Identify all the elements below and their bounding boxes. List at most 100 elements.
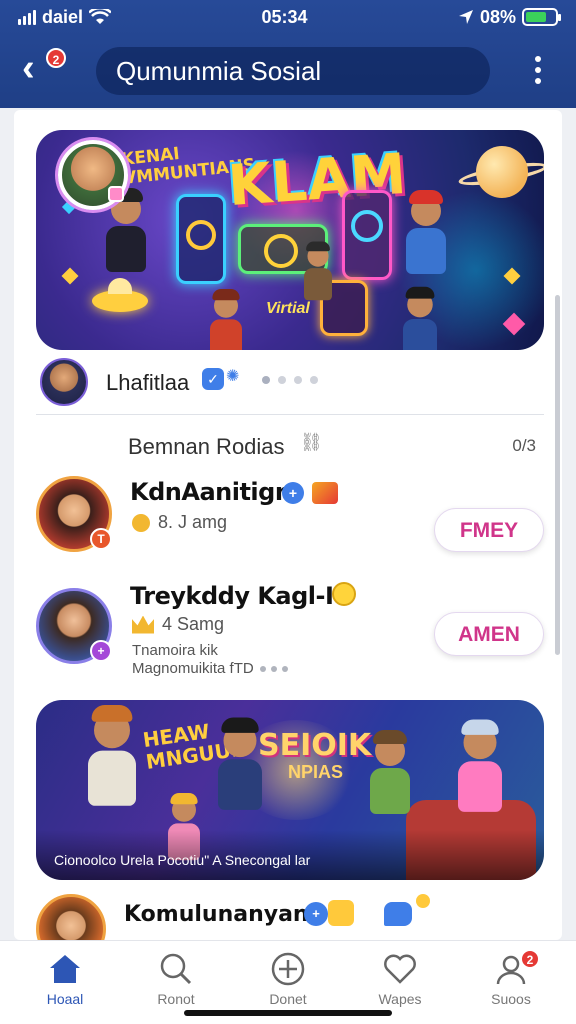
author-name[interactable]: Komulunanyan <box>124 902 309 927</box>
section-title: Bemnan Rodias <box>128 434 285 459</box>
home-icon <box>50 955 80 983</box>
tab-label: Donet <box>269 991 307 1007</box>
tab-label: Wapes <box>378 991 422 1007</box>
event-banner[interactable]: HEAW MNGUUN SEIOIK NPIAS Cionoolco Urela… <box>36 700 544 880</box>
cellular-signal-icon <box>18 9 36 25</box>
hero-banner[interactable]: KENAI VMMUNTIANS KLAM Virtial <box>36 130 544 350</box>
emoji-icon <box>332 582 356 606</box>
cartoon-character <box>304 241 332 301</box>
member-meta: 4 Samg <box>132 614 224 635</box>
author-avatar[interactable] <box>36 894 106 940</box>
notification-badge: 2 <box>520 949 540 969</box>
heart-icon <box>384 954 416 984</box>
member-description: Tnamoira kik Magnomuikita fTD <box>132 642 288 678</box>
feed-container[interactable]: KENAI VMMUNTIANS KLAM Virtial Lhafitlaa … <box>14 110 562 940</box>
carousel-dot <box>278 376 286 384</box>
panel-ring <box>351 210 383 242</box>
more-dot <box>535 67 541 73</box>
clock: 05:34 <box>261 6 308 27</box>
speaker-ring <box>186 220 216 250</box>
tab-label: Hoaal <box>46 991 84 1007</box>
member-row[interactable]: + Treykddy Kagl-I 4 Samg Tnamoira kik Ma… <box>36 582 544 678</box>
more-dot <box>535 78 541 84</box>
verified-badge-icon: ✓ <box>202 368 224 390</box>
ufo-illustration <box>92 278 148 312</box>
member-action-button[interactable]: AMEN <box>434 612 544 656</box>
carousel-dot <box>310 376 318 384</box>
carousel-indicator <box>262 376 318 384</box>
tab-search[interactable]: Ronot <box>131 951 221 1011</box>
gem-decoration <box>61 267 79 285</box>
cartoon-character <box>370 730 410 814</box>
add-icon <box>271 952 305 986</box>
notification-badge: 2 <box>46 48 66 68</box>
more-options-button[interactable] <box>528 56 548 84</box>
cartoon-character <box>458 719 502 812</box>
cartoon-character <box>218 717 262 810</box>
verified-badge-icon: + <box>282 482 304 504</box>
screen-ring <box>264 234 298 268</box>
cartoon-character <box>88 705 136 806</box>
member-desc-line: Magnomuikita fTD <box>132 660 254 677</box>
member-meta: 8. J amg <box>132 512 227 533</box>
tab-likes[interactable]: Wapes <box>355 951 445 1011</box>
home-indicator <box>184 1010 392 1016</box>
member-name[interactable]: Treykddy Kagl-I <box>130 582 334 610</box>
member-status-badge: + <box>90 640 112 662</box>
hero-subtext: Virtial <box>266 300 310 317</box>
tab-profile[interactable]: 2 Suoos <box>466 949 556 1011</box>
flag-icon <box>312 482 338 504</box>
more-dot <box>535 56 541 62</box>
carrier-label: daiel <box>42 6 84 27</box>
member-row[interactable]: T KdnAanitign + 8. J amg FMEY <box>36 476 544 566</box>
cartoon-character <box>406 190 446 274</box>
badge-icon <box>328 900 354 926</box>
author-name[interactable]: Lhafitlaa <box>106 370 189 396</box>
community-title-bar[interactable]: Qumunmia Sosial <box>96 47 490 95</box>
member-status-badge: T <box>90 528 112 550</box>
author-avatar[interactable] <box>40 358 88 406</box>
tab-label: Ronot <box>157 991 195 1007</box>
page-title: Qumunmia Sosial <box>116 55 322 86</box>
tab-label: Suoos <box>491 991 531 1007</box>
tab-home[interactable]: Hoaal <box>20 951 110 1011</box>
more-dots-icon[interactable] <box>259 666 288 673</box>
member-name[interactable]: KdnAanitign <box>130 478 292 506</box>
scrollbar[interactable] <box>555 295 560 655</box>
battery-icon <box>521 8 561 26</box>
battery-percent: 08% <box>479 6 516 27</box>
app-header: daiel 05:34 08% ‹ 2 Qumunmia Sosial <box>0 0 576 108</box>
crown-icon <box>132 615 154 634</box>
avatar-badge <box>108 186 124 202</box>
tab-add[interactable]: Donet <box>243 951 333 1011</box>
back-button[interactable]: ‹ 2 <box>22 47 66 90</box>
post-author-row[interactable]: Komulunanyan + <box>36 890 544 940</box>
section-count: 0/3 <box>512 436 536 455</box>
banner-caption: Cionoolco Urela Pocotiu" A Snecongal lar <box>54 852 311 868</box>
banner-subtitle: NPIAS <box>288 762 344 782</box>
banner-title: SEIOIK <box>258 728 372 763</box>
verified-badge-icon: + <box>304 902 328 926</box>
chat-icon[interactable] <box>384 902 412 926</box>
coin-icon <box>132 513 150 532</box>
status-bar: daiel 05:34 08% <box>18 6 561 28</box>
member-desc-line: Tnamoira kik <box>132 642 218 659</box>
cartoon-character <box>210 289 242 350</box>
member-action-button[interactable]: FMEY <box>434 508 544 552</box>
search-icon <box>160 953 192 985</box>
sparkle-icon <box>416 894 430 908</box>
cartoon-character <box>403 286 437 350</box>
post-author-row[interactable]: Lhafitlaa ✓ ✺ <box>40 358 540 408</box>
location-arrow-icon <box>458 10 473 24</box>
wifi-icon <box>89 9 112 24</box>
settings-gear-icon: ✺ <box>226 368 240 385</box>
member-meta-text: 4 Samg <box>162 614 225 634</box>
link-icon: ⛓ <box>300 432 323 452</box>
carousel-dot <box>294 376 302 384</box>
cartoon-character <box>106 188 146 272</box>
chevron-left-icon: ‹ <box>22 47 35 89</box>
carousel-dot <box>262 376 270 384</box>
member-meta-text: 8. J amg <box>158 512 228 532</box>
divider <box>36 414 544 415</box>
planet-illustration <box>476 146 528 198</box>
